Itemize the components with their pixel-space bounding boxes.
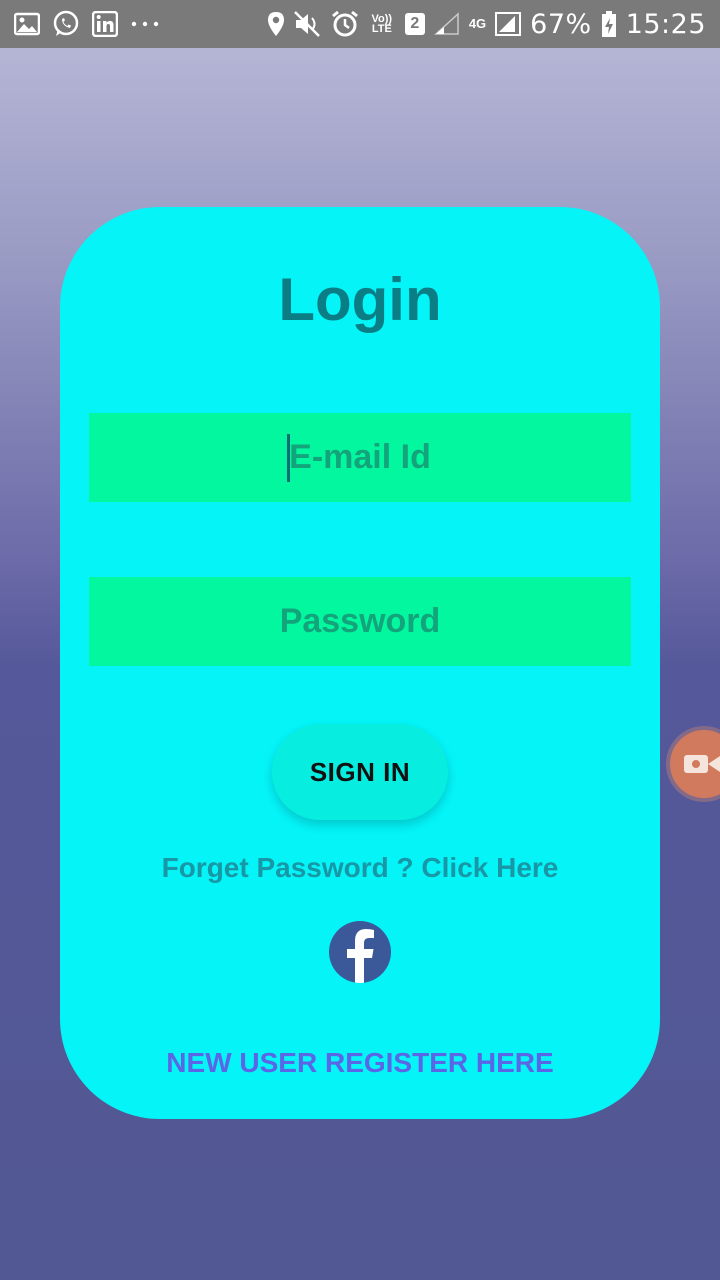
floating-screen-recorder-button[interactable] xyxy=(670,730,720,798)
status-bar-notifications xyxy=(14,10,160,38)
text-cursor xyxy=(287,434,290,482)
whatsapp-icon xyxy=(52,10,80,38)
password-field[interactable] xyxy=(89,577,631,666)
volte-icon: Vo)) LTE xyxy=(371,13,393,35)
more-dots-icon xyxy=(130,20,160,28)
facebook-login-button[interactable] xyxy=(328,920,392,984)
sim2-icon: 2 xyxy=(404,13,425,35)
location-icon xyxy=(267,11,285,37)
alarm-icon xyxy=(331,10,359,38)
register-link[interactable]: NEW USER REGISTER HERE xyxy=(0,1047,720,1079)
battery-charging-icon xyxy=(601,10,617,38)
clock: 15:25 xyxy=(625,8,706,40)
linkedin-icon xyxy=(92,11,118,37)
facebook-icon xyxy=(329,921,391,983)
sign-in-button[interactable]: SIGN IN xyxy=(272,724,448,820)
forgot-password-link[interactable]: Forget Password ? Click Here xyxy=(0,852,720,884)
signal-icon xyxy=(495,12,522,36)
email-field[interactable] xyxy=(89,413,631,502)
status-bar-system: Vo)) LTE 2 4G 67% 15:25 xyxy=(267,9,706,40)
signal-icon xyxy=(433,12,460,36)
status-bar: Vo)) LTE 2 4G 67% 15:25 xyxy=(0,0,720,48)
network-4g-icon: 4G xyxy=(468,16,487,31)
page-title: Login xyxy=(278,266,442,333)
video-camera-icon xyxy=(684,755,720,773)
gallery-icon xyxy=(14,12,40,36)
mute-icon xyxy=(293,11,322,37)
battery-percent: 67% xyxy=(530,8,592,40)
